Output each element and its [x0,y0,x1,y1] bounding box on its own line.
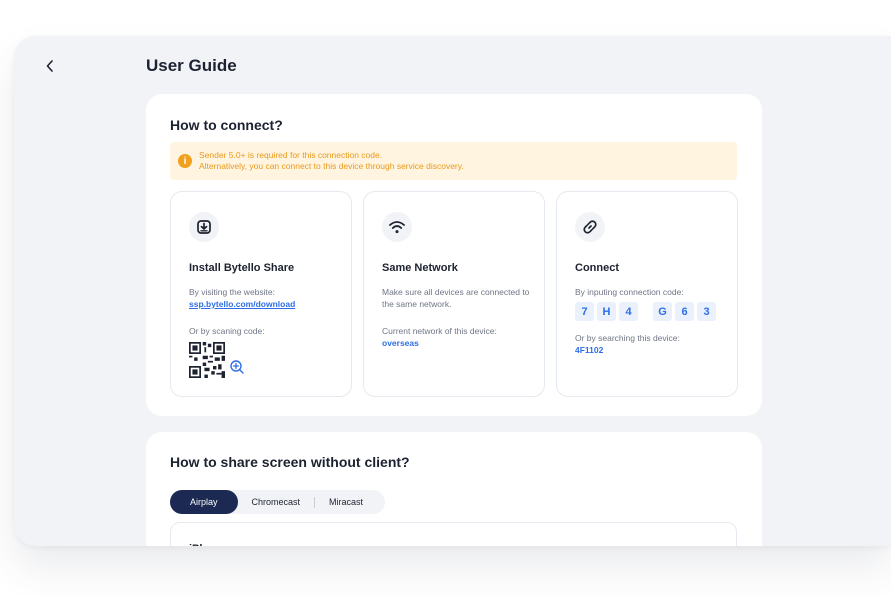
device-id-value: 4F1102 [575,345,604,355]
device-guide-card: iPhone [170,522,737,546]
notice-line-1: Sender 5.0+ is required for this connect… [199,149,383,160]
code-char: 7 [575,302,594,321]
install-card-text: By visiting the website: ssp.bytello.com… [189,286,339,310]
connect-card-title: Connect [575,262,619,274]
zoom-in-icon[interactable] [229,359,245,375]
share-section-title: How to share screen without client? [170,454,410,470]
network-current-label: Current network of this device: [382,326,497,336]
tab-miracast[interactable]: Miracast [315,490,377,514]
page-title: User Guide [146,56,237,75]
connect-panel: How to connect? i Sender 5.0+ is require… [146,94,762,416]
version-notice: i Sender 5.0+ is required for this conne… [170,142,737,180]
share-panel: How to share screen without client? Airp… [146,432,762,546]
network-name-value: overseas [382,338,419,348]
network-card: Same Network Make sure all devices are c… [363,191,545,397]
network-card-text: Make sure all devices are connected to t… [382,287,530,309]
connect-card: Connect By inputing connection code: 7 H… [556,191,738,397]
connect-code-label: By inputing connection code: [575,287,684,297]
code-char: H [597,302,616,321]
connect-section-title: How to connect? [170,117,283,133]
tab-airplay[interactable]: Airplay [170,490,238,514]
chevron-left-icon [46,60,53,72]
notice-text: Sender 5.0+ is required for this connect… [199,150,464,173]
code-char: 3 [697,302,716,321]
protocol-tabs: Airplay Chromecast Miracast [170,490,386,514]
install-card-title: Install Bytello Share [189,262,295,274]
download-link[interactable]: ssp.bytello.com/download [189,299,295,309]
info-icon: i [178,154,192,168]
wifi-icon [382,212,412,242]
network-current-block: Current network of this device: overseas [382,325,532,349]
code-char: 6 [675,302,694,321]
install-card: Install Bytello Share By visiting the we… [170,191,352,397]
install-visit-text: By visiting the website: [189,287,275,297]
network-card-title: Same Network [382,262,458,274]
notice-line-2: Alternatively, you can connect to this d… [199,161,464,171]
link-icon [575,212,605,242]
download-icon [189,212,219,242]
code-char: G [653,302,672,321]
device-type-label: iPhone [189,543,226,546]
code-char: 4 [619,302,638,321]
back-button[interactable] [38,54,62,78]
connection-code: 7 H 4 G 6 3 [575,302,719,321]
install-scan-text: Or by scaning code: [189,326,265,336]
app-window: User Guide How to connect? i Sender 5.0+… [14,36,891,546]
device-search-block: Or by searching this device: 4F1102 [575,332,725,356]
qr-code-icon [189,342,225,378]
device-search-label: Or by searching this device: [575,333,680,343]
tab-chromecast[interactable]: Chromecast [238,490,315,514]
